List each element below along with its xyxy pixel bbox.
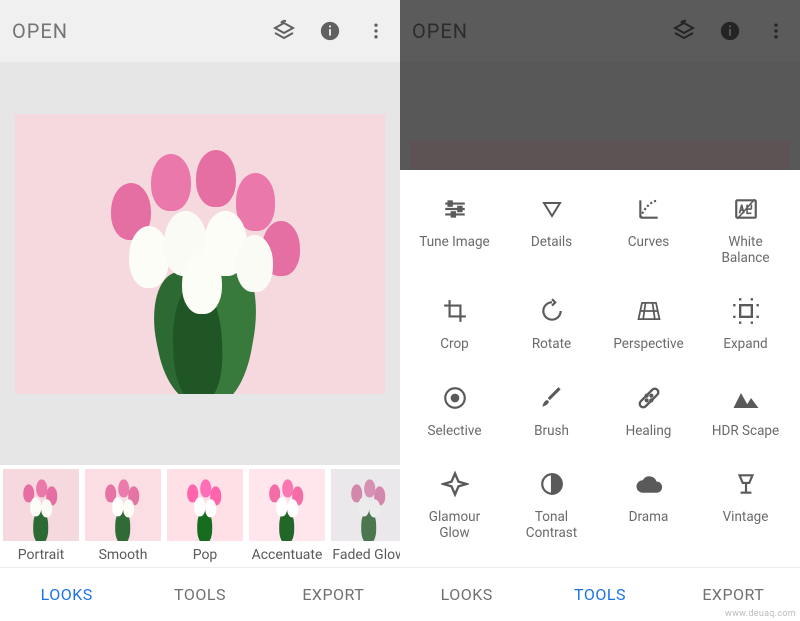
look-thumb — [249, 469, 325, 541]
look-thumb — [3, 469, 79, 541]
look-label: Faded Glow — [332, 547, 400, 563]
tool-label: Rotate — [532, 336, 571, 352]
white-balance-icon — [731, 194, 761, 224]
edited-photo — [15, 114, 385, 394]
look-label: Pop — [193, 547, 218, 563]
tool-label: Tune Image — [419, 234, 489, 250]
tool-details[interactable]: Details — [503, 194, 600, 266]
look-pop[interactable]: Pop — [166, 469, 244, 563]
tools-panel: Tune Image Details Curves White Balance — [400, 170, 800, 567]
looks-strip[interactable]: Portrait Smooth Pop Accentuate Faded Glo… — [0, 465, 400, 567]
tool-perspective[interactable]: Perspective — [600, 296, 697, 352]
top-toolbar: OPEN — [400, 0, 800, 62]
look-thumb — [167, 469, 243, 541]
photo-peek — [410, 140, 790, 170]
look-thumb — [331, 469, 400, 541]
tools-grid: Tune Image Details Curves White Balance — [406, 194, 794, 567]
tool-label: Crop — [440, 336, 469, 352]
tool-label: White Balance — [721, 234, 769, 266]
look-smooth[interactable]: Smooth — [84, 469, 162, 563]
nav-export[interactable]: EXPORT — [267, 568, 400, 621]
open-button[interactable]: OPEN — [12, 19, 272, 43]
look-label: Portrait — [18, 547, 64, 563]
tool-tune-image[interactable]: Tune Image — [406, 194, 503, 266]
tool-selective[interactable]: Selective — [406, 383, 503, 439]
tool-crop[interactable]: Crop — [406, 296, 503, 352]
watermark: www.deuaq.com — [725, 609, 796, 619]
top-toolbar: OPEN — [0, 0, 400, 62]
bottom-nav: LOOKS TOOLS EXPORT — [0, 567, 400, 621]
screen-looks: OPEN — [0, 0, 400, 621]
tool-brush[interactable]: Brush — [503, 383, 600, 439]
screen-tools: OPEN Tune Image — [400, 0, 800, 621]
tool-label: Perspective — [613, 336, 683, 352]
tool-curves[interactable]: Curves — [600, 194, 697, 266]
layers-icon[interactable] — [672, 19, 696, 43]
tool-vintage[interactable]: Vintage — [697, 469, 794, 541]
tool-label: Drama — [629, 509, 669, 525]
bandage-icon — [634, 383, 664, 413]
toolbar-icons — [672, 19, 788, 43]
nav-looks[interactable]: LOOKS — [400, 568, 533, 621]
perspective-icon — [634, 296, 664, 326]
look-label: Accentuate — [252, 547, 323, 563]
sparkle-icon — [440, 469, 470, 499]
info-icon[interactable] — [318, 19, 342, 43]
tool-hdr-scape[interactable]: HDR Scape — [697, 383, 794, 439]
more-icon[interactable] — [364, 19, 388, 43]
brush-icon — [537, 383, 567, 413]
tool-label: Selective — [428, 423, 482, 439]
expand-icon — [731, 296, 761, 326]
rotate-icon — [537, 296, 567, 326]
tool-label: Healing — [626, 423, 672, 439]
target-icon — [440, 383, 470, 413]
look-label: Smooth — [99, 547, 148, 563]
lamp-icon — [731, 469, 761, 499]
tool-label: Vintage — [723, 509, 769, 525]
tool-label: Curves — [628, 234, 670, 250]
tool-healing[interactable]: Healing — [600, 383, 697, 439]
tool-rotate[interactable]: Rotate — [503, 296, 600, 352]
toolbar-icons — [272, 19, 388, 43]
more-icon[interactable] — [764, 19, 788, 43]
look-portrait[interactable]: Portrait — [2, 469, 80, 563]
tool-drama[interactable]: Drama — [600, 469, 697, 541]
triangle-down-icon — [537, 194, 567, 224]
look-thumb — [85, 469, 161, 541]
nav-tools[interactable]: TOOLS — [533, 568, 666, 621]
nav-looks[interactable]: LOOKS — [0, 568, 133, 621]
tool-label: Brush — [534, 423, 569, 439]
crop-icon — [440, 296, 470, 326]
image-canvas[interactable] — [0, 62, 400, 465]
tool-label: Tonal Contrast — [526, 509, 577, 541]
look-faded-glow[interactable]: Faded Glow — [330, 469, 400, 563]
cloud-icon — [634, 469, 664, 499]
tool-expand[interactable]: Expand — [697, 296, 794, 352]
open-button[interactable]: OPEN — [412, 19, 672, 43]
nav-tools[interactable]: TOOLS — [133, 568, 266, 621]
info-icon[interactable] — [718, 19, 742, 43]
tool-label: Expand — [723, 336, 767, 352]
mountains-icon — [731, 383, 761, 413]
curves-icon — [634, 194, 664, 224]
layers-icon[interactable] — [272, 19, 296, 43]
tool-glamour-glow[interactable]: Glamour Glow — [406, 469, 503, 541]
tool-tonal-contrast[interactable]: Tonal Contrast — [503, 469, 600, 541]
tool-label: Glamour Glow — [429, 509, 480, 541]
tool-white-balance[interactable]: White Balance — [697, 194, 794, 266]
contrast-icon — [537, 469, 567, 499]
tool-label: HDR Scape — [712, 423, 779, 439]
look-accentuate[interactable]: Accentuate — [248, 469, 326, 563]
sliders-icon — [440, 194, 470, 224]
tool-label: Details — [531, 234, 572, 250]
